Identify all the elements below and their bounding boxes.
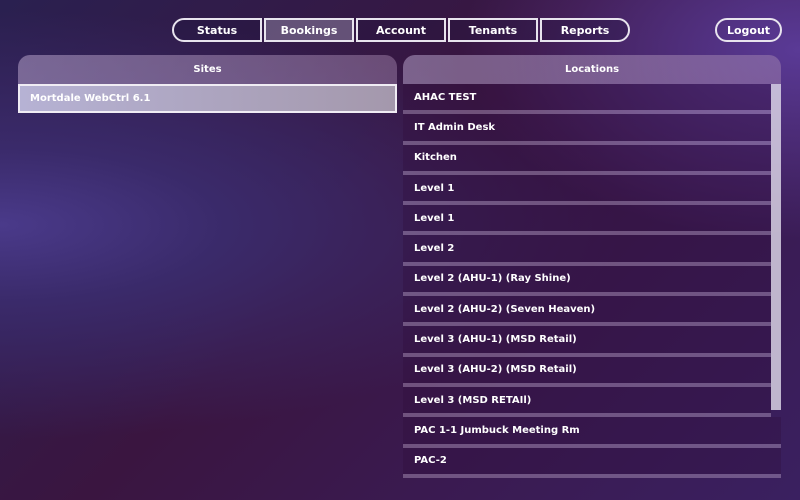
tab-bookings[interactable]: Bookings (264, 18, 354, 42)
location-item[interactable]: Level 3 (AHU-2) (MSD Retail) (403, 356, 771, 383)
location-item[interactable]: PAC 1-1 Jumbuck Meeting Rm (403, 417, 781, 444)
location-item[interactable]: Level 2 (AHU-1) (Ray Shine) (403, 265, 771, 293)
tab-status[interactable]: Status (172, 18, 262, 42)
scrollbar[interactable] (771, 84, 781, 410)
location-item[interactable]: Level 3 (AHU-1) (MSD Retail) (403, 326, 771, 353)
tab-tenants[interactable]: Tenants (448, 18, 538, 42)
location-item[interactable]: Level 3 (MSD RETAIl) (403, 386, 771, 414)
location-item[interactable]: Level 1 (403, 174, 771, 202)
location-item[interactable]: Kitchen (403, 144, 771, 171)
locations-header: Locations (403, 55, 781, 84)
logout-button[interactable]: Logout (715, 18, 782, 42)
sites-panel: Sites Mortdale WebCtrl 6.1 (18, 55, 397, 113)
sites-header: Sites (18, 55, 397, 84)
location-item[interactable]: Level 1 (403, 205, 771, 232)
location-item[interactable]: Level 2 (AHU-2) (Seven Heaven) (403, 296, 771, 323)
main-nav: Status Bookings Account Tenants Reports (172, 18, 630, 42)
tab-account[interactable]: Account (356, 18, 446, 42)
location-item[interactable]: AHAC TEST (403, 84, 771, 111)
tab-reports[interactable]: Reports (540, 18, 630, 42)
locations-list: AHAC TEST IT Admin Desk Kitchen Level 1 Leve… (403, 84, 781, 474)
site-item[interactable]: Mortdale WebCtrl 6.1 (18, 84, 397, 113)
locations-panel: Locations AHAC TEST IT Admin Desk Kitchen L… (403, 55, 781, 478)
location-item[interactable]: Level 2 (403, 235, 771, 262)
location-item[interactable]: PAC-2 (403, 447, 781, 474)
location-item[interactable]: IT Admin Desk (403, 114, 771, 141)
